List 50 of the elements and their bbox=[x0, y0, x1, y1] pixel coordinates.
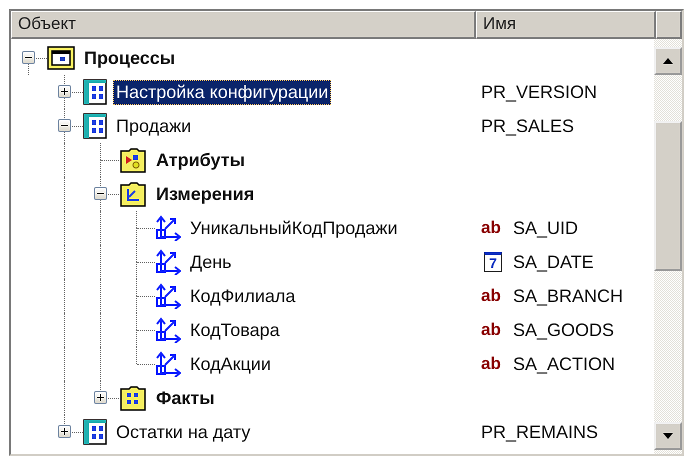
table-icon bbox=[83, 79, 107, 105]
text-type-icon: ab bbox=[481, 218, 505, 238]
axes-icon bbox=[155, 351, 181, 377]
tree-item[interactable]: Продажи bbox=[113, 114, 194, 138]
axes-icon bbox=[155, 283, 181, 309]
calendar-icon: 7 bbox=[484, 252, 502, 272]
text-type-icon: ab bbox=[481, 354, 505, 374]
text-type-icon: ab bbox=[481, 320, 505, 340]
expand-icon[interactable] bbox=[58, 85, 71, 98]
down-triangle-icon bbox=[663, 433, 673, 439]
tree-item[interactable]: УникальныйКодПродажи bbox=[187, 216, 400, 240]
object-name: SA_UID bbox=[513, 218, 578, 238]
collapse-icon[interactable] bbox=[94, 187, 107, 200]
tree-item[interactable]: День bbox=[187, 250, 235, 274]
object-name: PR_SALES bbox=[481, 116, 574, 136]
tree-item[interactable]: Процессы bbox=[81, 46, 178, 70]
object-name: PR_VERSION bbox=[481, 82, 598, 102]
tree-item[interactable]: Факты bbox=[153, 386, 218, 410]
axes-icon bbox=[155, 215, 181, 241]
folder-icon bbox=[119, 147, 147, 173]
column-header[interactable]: Имя bbox=[476, 11, 656, 39]
column-header[interactable]: Объект bbox=[11, 11, 476, 39]
axes-icon bbox=[155, 317, 181, 343]
scroll-down-button[interactable] bbox=[654, 422, 682, 450]
table-icon bbox=[83, 113, 107, 139]
folder-icon bbox=[119, 181, 147, 207]
expand-icon[interactable] bbox=[94, 391, 107, 404]
folder-icon bbox=[119, 385, 147, 411]
object-name: SA_ACTION bbox=[513, 354, 616, 374]
tree-item[interactable]: Атрибуты bbox=[153, 148, 248, 172]
table-icon bbox=[83, 419, 107, 445]
text-type-icon: ab bbox=[481, 286, 505, 306]
object-name: SA_DATE bbox=[513, 252, 594, 272]
object-name: SA_GOODS bbox=[513, 320, 614, 340]
collapse-icon[interactable] bbox=[58, 119, 71, 132]
scroll-up-button[interactable] bbox=[654, 47, 682, 75]
expand-icon[interactable] bbox=[58, 425, 71, 438]
tree-item[interactable]: КодАкции bbox=[187, 352, 274, 376]
tree-item[interactable]: Настройка конфигурации bbox=[113, 80, 332, 104]
tree-item[interactable]: Измерения bbox=[153, 182, 258, 206]
object-name: PR_REMAINS bbox=[481, 422, 598, 442]
tree-item[interactable]: КодТовара bbox=[187, 318, 283, 342]
collapse-icon[interactable] bbox=[22, 51, 35, 64]
axes-icon bbox=[155, 249, 181, 275]
scrollbar-thumb[interactable] bbox=[654, 121, 682, 271]
tree-item[interactable]: Остатки на дату bbox=[113, 420, 254, 444]
tree-item[interactable]: КодФилиала bbox=[187, 284, 298, 308]
up-triangle-icon bbox=[663, 58, 673, 64]
window-icon bbox=[47, 46, 75, 70]
object-name: SA_BRANCH bbox=[513, 286, 624, 306]
